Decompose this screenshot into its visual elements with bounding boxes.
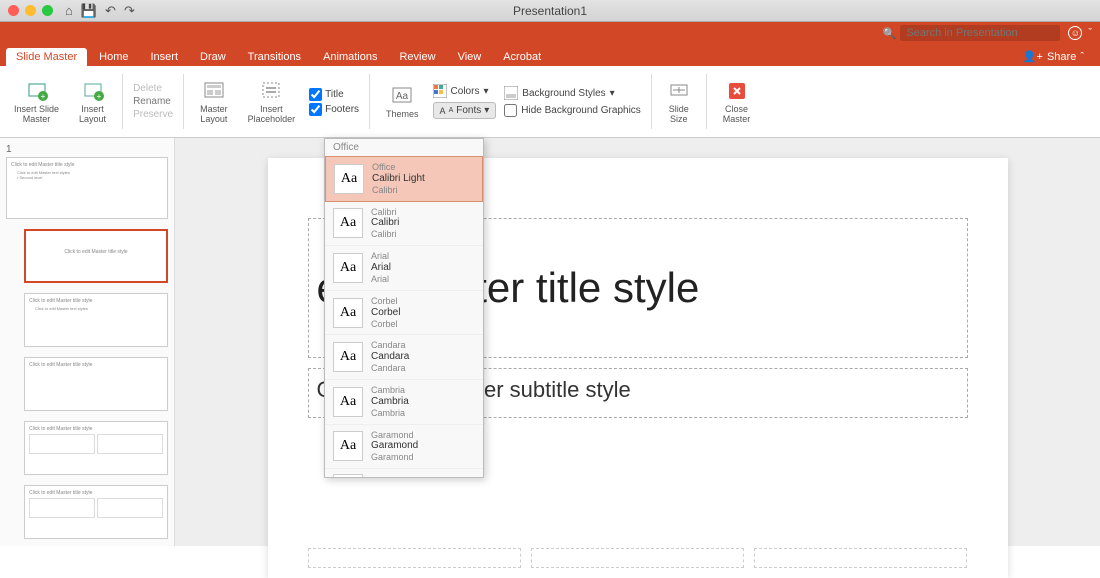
ribbon-tabs: Slide Master Home Insert Draw Transition… xyxy=(0,44,1100,66)
tab-review[interactable]: Review xyxy=(389,48,445,66)
hide-background-checkbox[interactable]: Hide Background Graphics xyxy=(504,104,641,117)
font-preview-icon: Aa xyxy=(333,208,363,238)
svg-text:+: + xyxy=(96,92,101,101)
footer-placeholders xyxy=(308,548,968,568)
font-option-candara[interactable]: AaCandaraCandaraCandara xyxy=(325,335,483,380)
home-icon[interactable]: ⌂ xyxy=(65,3,73,18)
fonts-dropdown-button[interactable]: AA Fonts▾ xyxy=(433,102,497,119)
share-button[interactable]: 👤+ Share ˆ xyxy=(1013,47,1094,66)
font-option-georgia[interactable]: AaGeorgiaGeorgia xyxy=(325,469,483,478)
font-preview-icon: Aa xyxy=(333,253,363,283)
layout-thumbnail[interactable]: Click to edit Master title style xyxy=(24,229,168,283)
chevron-down-icon[interactable]: ˇ xyxy=(1088,27,1092,39)
chevron-down-icon: ▾ xyxy=(610,88,615,99)
slide-number-placeholder[interactable] xyxy=(754,548,967,568)
font-preview-icon: Aa xyxy=(333,387,363,417)
title-checkbox[interactable]: Title xyxy=(309,88,359,101)
chevron-down-icon: ▾ xyxy=(484,105,489,116)
layout-thumbnail[interactable]: Click to edit Master title style xyxy=(24,357,168,411)
font-option-arial[interactable]: AaArialArialArial xyxy=(325,246,483,291)
tab-view[interactable]: View xyxy=(448,48,492,66)
font-preview-icon: Aa xyxy=(333,342,363,372)
top-strip: 🔍 ☺ ˇ xyxy=(0,22,1100,44)
share-icon: 👤+ xyxy=(1023,50,1043,63)
font-option-calibri[interactable]: AaCalibriCalibriCalibri xyxy=(325,202,483,247)
maximize-window-icon[interactable] xyxy=(42,5,53,16)
slide-thumbnail-panel[interactable]: 1 Click to edit Master title style Click… xyxy=(0,138,175,546)
tab-acrobat[interactable]: Acrobat xyxy=(493,48,551,66)
background-styles-dropdown[interactable]: Background Styles▾ xyxy=(504,86,641,100)
tab-draw[interactable]: Draw xyxy=(190,48,236,66)
document-title: Presentation1 xyxy=(513,4,587,18)
redo-icon[interactable]: ↷ xyxy=(124,3,135,19)
undo-icon[interactable]: ↶ xyxy=(105,3,116,19)
tab-slide-master[interactable]: Slide Master xyxy=(6,48,87,66)
insert-layout-button[interactable]: + Insert Layout xyxy=(79,80,106,124)
close-window-icon[interactable] xyxy=(8,5,19,16)
fonts-section-header: Office xyxy=(325,139,483,156)
footers-checkbox[interactable]: Footers xyxy=(309,103,359,116)
font-option-cambria[interactable]: AaCambriaCambriaCambria xyxy=(325,380,483,425)
slide-size-button[interactable]: Slide Size xyxy=(668,80,690,124)
font-preview-icon: Aa xyxy=(333,474,363,478)
svg-text:+: + xyxy=(40,92,45,101)
layout-thumbnail[interactable]: Click to edit Master title style Click t… xyxy=(24,293,168,347)
search-icon: 🔍 xyxy=(883,27,897,40)
colors-dropdown[interactable]: Colors▾ xyxy=(433,84,497,98)
font-preview-icon: Aa xyxy=(333,431,363,461)
master-layout-button[interactable]: Master Layout xyxy=(200,80,228,124)
ribbon: + Insert Slide Master + Insert Layout De… xyxy=(0,66,1100,138)
feedback-icon[interactable]: ☺ xyxy=(1068,26,1082,40)
delete-button[interactable]: Delete xyxy=(133,83,173,94)
footer-placeholder[interactable] xyxy=(531,548,744,568)
insert-slide-master-button[interactable]: + Insert Slide Master xyxy=(14,80,59,124)
font-option-garamond[interactable]: AaGaramondGaramondGaramond xyxy=(325,425,483,470)
font-preview-icon: Aa xyxy=(334,164,364,194)
quick-access-toolbar: ⌂ 💾 ↶ ↷ xyxy=(65,3,135,19)
fonts-dropdown-menu[interactable]: Office AaOfficeCalibri LightCalibriAaCal… xyxy=(324,138,484,478)
layout-thumbnail[interactable]: Click to edit Master title style xyxy=(24,421,168,475)
chevron-up-icon: ˆ xyxy=(1080,51,1084,63)
tab-insert[interactable]: Insert xyxy=(140,48,188,66)
edit-group: Delete Rename Preserve xyxy=(133,70,173,133)
mac-titlebar: ⌂ 💾 ↶ ↷ Presentation1 xyxy=(0,0,1100,22)
master-thumbnail[interactable]: Click to edit Master title style Click t… xyxy=(6,157,168,219)
font-option-office[interactable]: AaOfficeCalibri LightCalibri xyxy=(325,156,483,202)
date-placeholder[interactable] xyxy=(308,548,521,568)
slide-canvas: edit Master title style Click to edit Ma… xyxy=(175,138,1100,546)
layout-thumbnail[interactable]: Click to edit Master title style xyxy=(24,485,168,539)
slide-number: 1 xyxy=(6,144,168,155)
chevron-down-icon: ▾ xyxy=(483,86,488,97)
minimize-window-icon[interactable] xyxy=(25,5,36,16)
insert-placeholder-button[interactable]: Insert Placeholder xyxy=(248,80,296,124)
content-area: 1 Click to edit Master title style Click… xyxy=(0,138,1100,546)
font-option-corbel[interactable]: AaCorbelCorbelCorbel xyxy=(325,291,483,336)
window-controls xyxy=(8,5,53,16)
tab-transitions[interactable]: Transitions xyxy=(238,48,311,66)
rename-button[interactable]: Rename xyxy=(133,96,173,107)
search-input[interactable] xyxy=(900,25,1060,41)
themes-button[interactable]: Aa Themes xyxy=(386,85,419,119)
close-master-button[interactable]: Close Master xyxy=(723,80,751,124)
font-preview-icon: Aa xyxy=(333,298,363,328)
svg-text:Aa: Aa xyxy=(396,91,409,102)
tab-home[interactable]: Home xyxy=(89,48,138,66)
preserve-button[interactable]: Preserve xyxy=(133,109,173,120)
search-box[interactable]: 🔍 xyxy=(883,25,1061,41)
tab-animations[interactable]: Animations xyxy=(313,48,387,66)
save-icon[interactable]: 💾 xyxy=(81,3,97,19)
